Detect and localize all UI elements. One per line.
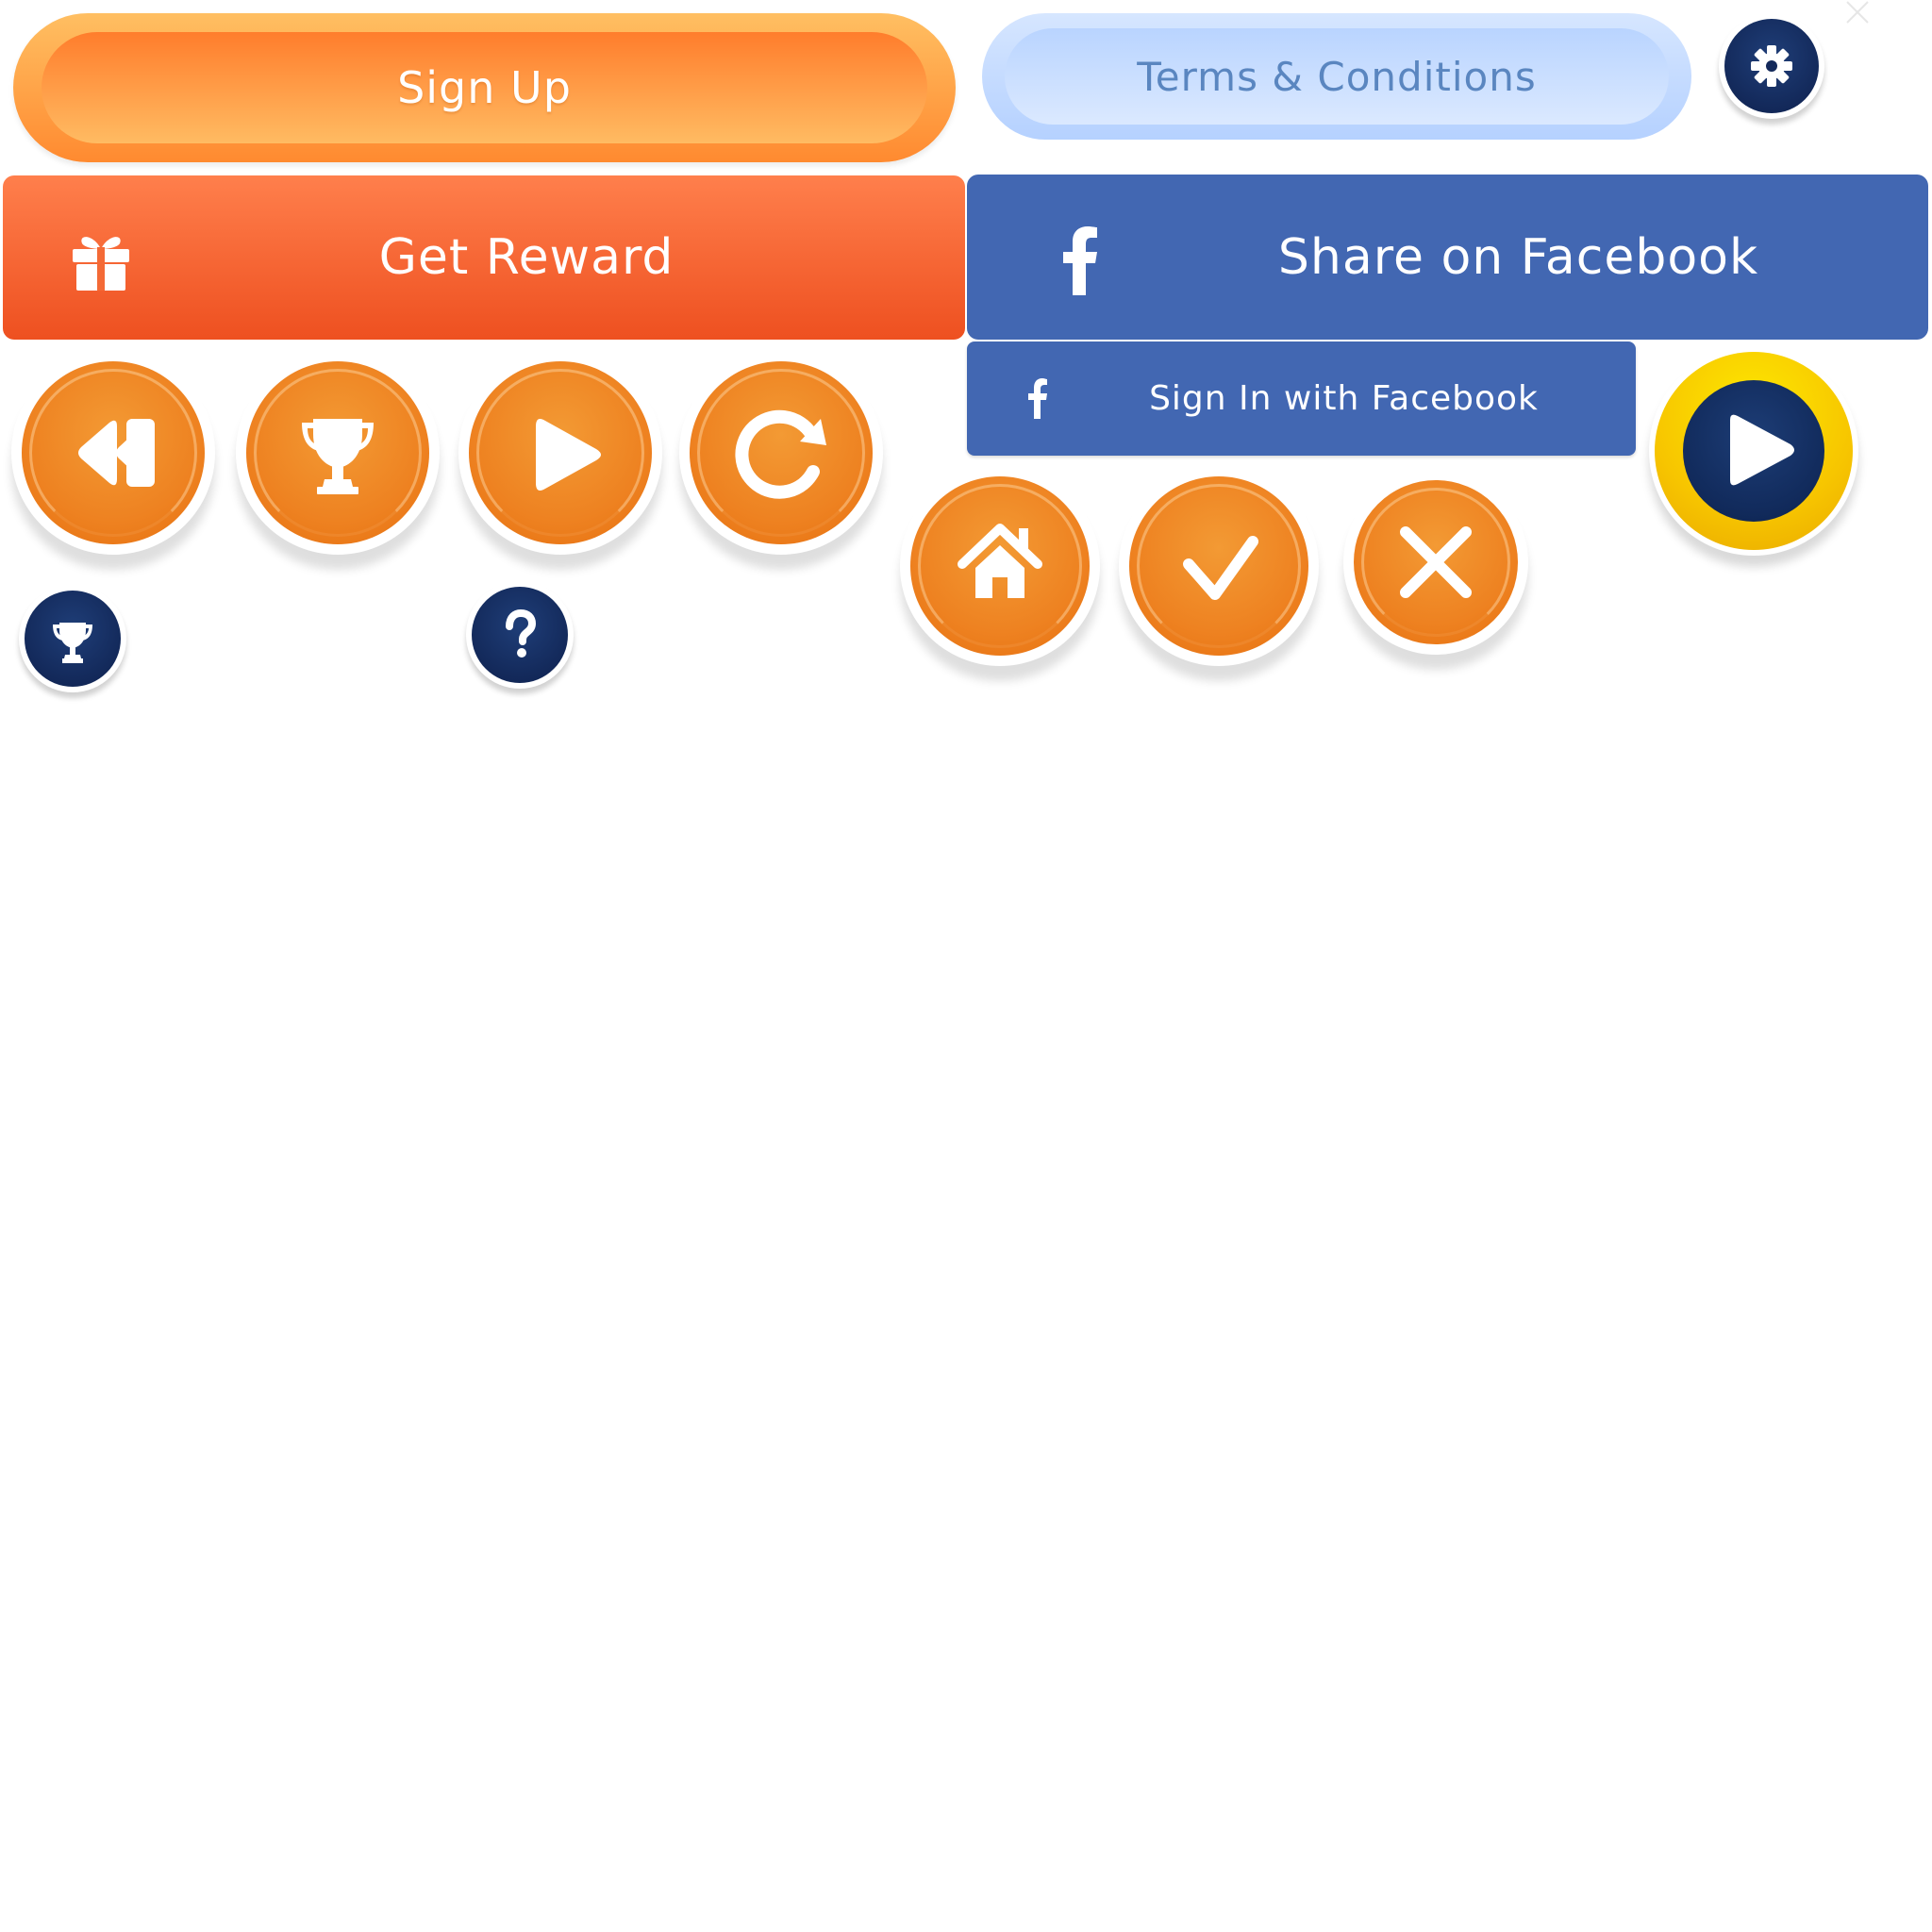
trophy-icon <box>302 419 374 494</box>
rewind-icon <box>78 419 155 487</box>
facebook-icon <box>1063 226 1097 295</box>
replay-icon <box>735 409 826 499</box>
home-icon <box>958 524 1042 598</box>
settings-button[interactable] <box>1719 13 1824 119</box>
check-icon <box>1183 536 1258 600</box>
sign-up-label: Sign Up <box>397 62 572 113</box>
rewind-button[interactable] <box>11 351 215 555</box>
terms-conditions-label: Terms & Conditions <box>1137 53 1537 100</box>
question-icon <box>506 608 537 658</box>
terms-conditions-button[interactable]: Terms & Conditions <box>982 13 1691 140</box>
close-icon <box>1400 526 1472 598</box>
play-icon <box>1730 414 1794 486</box>
play-icon <box>536 419 601 491</box>
trophy-button[interactable] <box>236 351 440 555</box>
share-facebook-button[interactable]: Share on Facebook <box>967 175 1928 340</box>
play-big-button[interactable] <box>1649 346 1858 556</box>
play-button[interactable] <box>458 351 662 555</box>
sign-in-facebook-button[interactable]: Sign In with Facebook <box>967 341 1636 456</box>
check-button[interactable] <box>1119 466 1319 666</box>
gear-icon <box>1751 45 1792 87</box>
trophy-small-button[interactable] <box>19 585 126 692</box>
home-button[interactable] <box>900 466 1100 666</box>
help-button[interactable] <box>466 581 574 689</box>
trophy-icon <box>53 623 92 663</box>
close-icon[interactable] <box>1841 0 1874 25</box>
get-reward-label: Get Reward <box>378 229 675 286</box>
close-button[interactable] <box>1343 470 1528 655</box>
sign-up-button[interactable]: Sign Up <box>13 13 956 162</box>
replay-button[interactable] <box>679 351 883 555</box>
sign-in-facebook-label: Sign In with Facebook <box>1149 379 1539 418</box>
facebook-icon <box>1028 378 1047 419</box>
share-facebook-label: Share on Facebook <box>1277 228 1759 286</box>
get-reward-button[interactable]: Get Reward <box>3 175 965 340</box>
